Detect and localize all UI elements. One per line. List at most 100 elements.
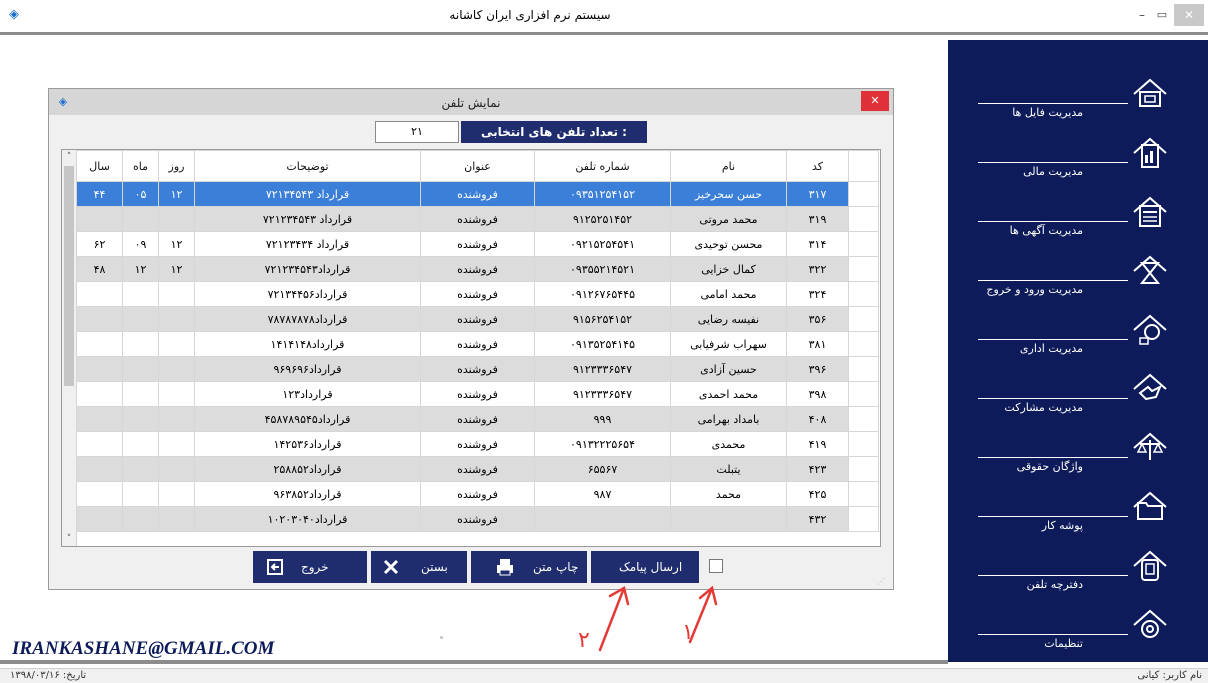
row-selector[interactable] — [848, 456, 879, 482]
cell-name: حسین آزادی — [670, 356, 787, 382]
row-selector[interactable] — [848, 356, 879, 382]
cell-title: فروشنده — [420, 506, 535, 532]
maximize-button[interactable]: ▭ — [1152, 6, 1172, 24]
close-button-label: بستن — [421, 560, 448, 574]
phone-grid: سال ماه روز توضیحات عنوان شماره تلفن نام کد ۴۴ ۰… — [76, 150, 879, 532]
table-row[interactable]: قرارداد۷۸۷۸۷۸۷۸ فروشنده ۹۱۵۶۲۵۴۱۵۲ نفیسه رض… — [76, 306, 879, 332]
cell-name: نفیسه رضایی — [670, 306, 787, 332]
close-x-icon — [383, 559, 399, 575]
table-row[interactable]: ۴۴ ۰۵ ۱۲ قرارداد ۷۲۱۳۴۵۴۳ فروشنده ۰۹۳۵۱۲۵۴۱۵۲… — [76, 181, 879, 207]
column-header-year[interactable]: سال — [76, 150, 123, 182]
window-title: سیستم نرم افزاری ایران کاشانه — [449, 8, 611, 22]
cell-day — [158, 506, 195, 532]
table-row[interactable]: قرارداد۲۵۸۸۵۲ فروشنده ۶۵۵۶۷ یتبلت ۴۲۳ — [76, 456, 879, 482]
cell-title: فروشنده — [420, 306, 535, 332]
column-header-phone[interactable]: شماره تلفن — [534, 150, 671, 182]
table-row[interactable]: قرارداد۷۲۱۳۴۴۵۶ فروشنده ۰۹۱۲۶۷۶۵۴۴۵ محمد ام… — [76, 281, 879, 307]
sidebar-item-label: مدیریت مشارکت — [1004, 401, 1083, 414]
column-header-code[interactable]: کد — [786, 150, 849, 182]
cell-day — [158, 356, 195, 382]
column-header-name[interactable]: نام — [670, 150, 787, 182]
open-folder-icon — [1133, 491, 1167, 520]
sidebar-item-files[interactable]: مدیریت فایل ها — [948, 66, 1208, 122]
cell-day — [158, 281, 195, 307]
cell-phone: ۹۱۲۵۲۵۱۴۵۲ — [534, 206, 671, 232]
column-header-day[interactable]: روز — [158, 150, 195, 182]
row-selector[interactable] — [848, 506, 879, 532]
table-row[interactable]: قرارداد۹۶۹۶۹۶ فروشنده ۹۱۲۳۳۳۶۵۴۷ حسین آزادی… — [76, 356, 879, 382]
sidebar-item-entry-exit[interactable]: مدیریت ورود و خروج — [948, 243, 1208, 299]
dialog-title: نمایش تلفن — [441, 96, 501, 110]
print-button[interactable]: چاپ متن — [471, 551, 587, 583]
cell-month — [122, 356, 159, 382]
row-selector[interactable]: ◂ — [848, 181, 879, 207]
scrollbar-thumb[interactable] — [64, 166, 74, 386]
resize-grip-icon[interactable]: ⋰ — [877, 577, 887, 587]
bottom-separator — [0, 660, 948, 664]
cell-description: قرارداد۷۸۷۸۷۸۷۸ — [194, 306, 421, 332]
select-all-checkbox[interactable] — [709, 559, 723, 573]
sidebar-item-phonebook[interactable]: دفترچه تلفن — [948, 538, 1208, 594]
column-header-title[interactable]: عنوان — [420, 150, 535, 182]
dialog-close-button[interactable]: ✕ — [861, 91, 889, 111]
sidebar-item-ads[interactable]: مدیریت آگهی ها — [948, 184, 1208, 240]
exit-button[interactable]: خروج — [253, 551, 367, 583]
table-row[interactable]: ۶۲ ۰۹ ۱۲ قرارداد ۷۲۱۲۳۴۳۴ فروشنده ۰۹۲۱۵۲۵۴۵۴۱… — [76, 231, 879, 257]
scroll-up-icon[interactable]: ˄ — [62, 150, 76, 164]
sidebar-item-settings[interactable]: تنظیمات — [948, 597, 1208, 653]
sidebar-item-partnership[interactable]: مدیریت مشارکت — [948, 361, 1208, 417]
row-selector[interactable] — [848, 431, 879, 457]
hourglass-icon — [1133, 255, 1167, 284]
scroll-down-icon[interactable]: ˅ — [62, 532, 76, 546]
table-header-row: سال ماه روز توضیحات عنوان شماره تلفن نام کد — [76, 150, 879, 182]
table-row[interactable]: قرارداد۱۲۳ فروشنده ۹۱۲۳۳۳۶۵۴۷ محمد احمدی ۳۹۸ — [76, 381, 879, 407]
annotation-arrows — [598, 585, 718, 652]
table-row[interactable]: قرارداد۱۴۲۵۳۶ فروشنده ۰۹۱۳۲۲۲۵۶۵۴ محمدی ۴۱۹ — [76, 431, 879, 457]
sidebar-item-office[interactable]: مدیریت اداری — [948, 302, 1208, 358]
row-selector[interactable] — [848, 306, 879, 332]
table-row[interactable]: قرارداد۴۵۸۷۸۹۵۴۵ فروشنده ۹۹۹ بامداد بهرامی ۴… — [76, 406, 879, 432]
cell-phone: ۹۱۵۶۲۵۴۱۵۲ — [534, 306, 671, 332]
cell-code: ۳۱۷ — [786, 181, 849, 207]
folder-icon — [1133, 78, 1167, 107]
close-button[interactable]: بستن — [371, 551, 467, 583]
sidebar-item-work-folder[interactable]: پوشه کار — [948, 479, 1208, 535]
cell-name: محسن توحیدی — [670, 231, 787, 257]
column-header-month[interactable]: ماه — [122, 150, 159, 182]
cell-phone: ۹۱۲۳۳۳۶۵۴۷ — [534, 381, 671, 407]
row-selector[interactable] — [848, 231, 879, 257]
row-selector[interactable] — [848, 481, 879, 507]
table-row[interactable]: قرارداد ۷۲۱۲۳۴۵۴۳ فروشنده ۹۱۲۵۲۵۱۴۵۲ محمد م… — [76, 206, 879, 232]
cell-day — [158, 406, 195, 432]
minimize-button[interactable]: – — [1132, 6, 1152, 24]
column-header-description[interactable]: توضیحات — [194, 150, 421, 182]
table-row[interactable]: قرارداد۱۴۱۴۱۴۸ فروشنده ۰۹۱۳۵۲۵۴۱۴۵ سهراب شر… — [76, 331, 879, 357]
sidebar-item-finance[interactable]: مدیریت مالی — [948, 125, 1208, 181]
cell-title: فروشنده — [420, 456, 535, 482]
row-selector[interactable] — [848, 281, 879, 307]
selected-count-label: تعداد تلفن های انتخابی : — [461, 121, 647, 143]
cell-title: فروشنده — [420, 406, 535, 432]
table-row[interactable]: قرارداد۹۶۳۸۵۲ فروشنده ۹۸۷ محمد ۴۲۵ — [76, 481, 879, 507]
row-selector[interactable] — [848, 381, 879, 407]
cell-code: ۴۲۳ — [786, 456, 849, 482]
cell-day — [158, 331, 195, 357]
cell-year — [76, 406, 123, 432]
row-selector[interactable] — [848, 331, 879, 357]
row-selector[interactable] — [848, 406, 879, 432]
cell-description: قرارداد۴۵۸۷۸۹۵۴۵ — [194, 406, 421, 432]
row-selector[interactable] — [848, 206, 879, 232]
row-selector[interactable] — [848, 256, 879, 282]
window-close-button[interactable]: ✕ — [1174, 4, 1204, 26]
office-icon — [1133, 314, 1167, 345]
cell-description: قرارداد۹۶۹۶۹۶ — [194, 356, 421, 382]
send-sms-button[interactable]: ارسال پیامک — [591, 551, 699, 583]
table-row[interactable]: ۴۸ ۱۲ ۱۲ قرارداد۷۲۱۲۳۴۵۴۳ فروشنده ۰۹۳۵۵۲۱۴۵۲۱… — [76, 256, 879, 282]
cell-code: ۳۲۴ — [786, 281, 849, 307]
sidebar-item-legal-terms[interactable]: واژگان حقوقی — [948, 420, 1208, 476]
cell-name — [670, 506, 787, 532]
cell-phone: ۶۵۵۶۷ — [534, 456, 671, 482]
table-scrollbar[interactable]: ˄ ˅ — [62, 150, 77, 546]
table-row[interactable]: قرارداد۱۰۲۰۳۰۴۰ فروشنده ۴۳۲ — [76, 506, 879, 532]
cell-year — [76, 431, 123, 457]
